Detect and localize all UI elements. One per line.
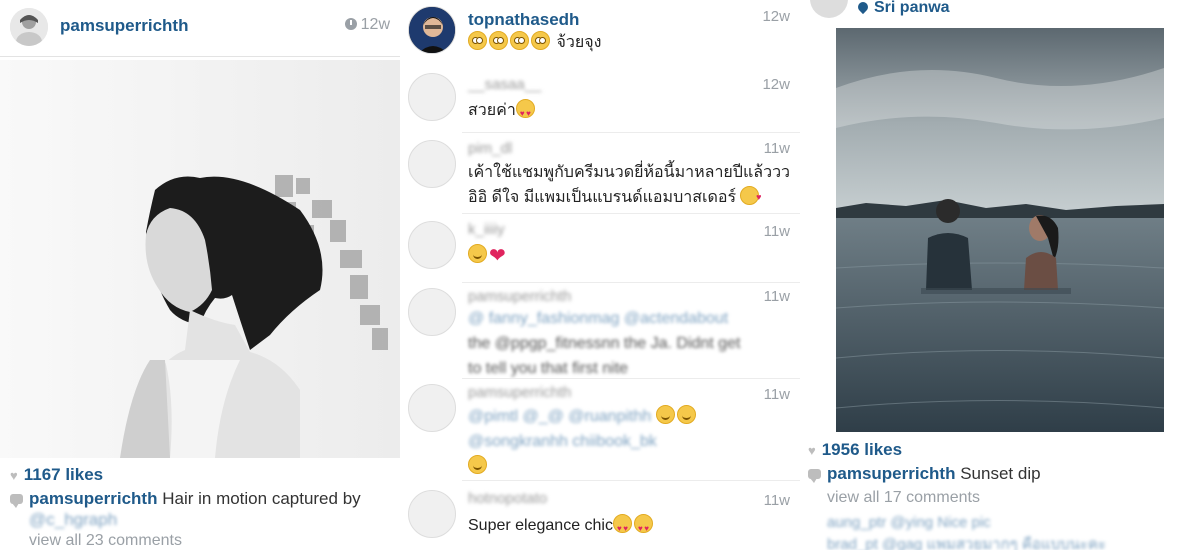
red-heart-icon: ❤: [489, 245, 506, 267]
avatar[interactable]: [408, 384, 456, 432]
heart-icon: ♥: [808, 443, 816, 458]
comment-divider: [462, 480, 800, 481]
avatar[interactable]: [408, 221, 456, 269]
avatar[interactable]: [408, 6, 456, 54]
avatar[interactable]: [10, 8, 48, 46]
comment-time: 11w: [763, 223, 790, 240]
heart-icon: ♥: [10, 468, 18, 483]
comment-text: @ fanny_fashionmag @actendabout the @ppg…: [468, 306, 793, 381]
caption-text: Sunset dip: [960, 464, 1041, 483]
flushed-face-icon: [531, 31, 550, 50]
location-pin-icon: [855, 0, 871, 15]
smiling-face-icon: [655, 405, 675, 424]
left-post-panel: pamsuperrichth 12w ♥ 1167 likes pamsuper…: [0, 0, 400, 550]
comment-divider: [462, 282, 800, 283]
avatar[interactable]: [408, 73, 456, 121]
post-photo[interactable]: [0, 60, 400, 458]
caption-username[interactable]: pamsuperrichth: [29, 489, 157, 508]
comment-item: pamsuperrichth 11w @ fanny_fashionmag @a…: [400, 284, 800, 380]
caption: pamsuperrichth Sunset dip: [808, 463, 1193, 484]
comment-preview: brad_pt @gag แพมสวยมากๆ คือแบบนะคะ: [827, 536, 1107, 550]
post-time: 12w: [344, 16, 390, 34]
comment-time: 11w: [763, 386, 790, 403]
kissing-face-icon: [740, 185, 761, 210]
comment-body: สวยค่า: [468, 102, 516, 119]
comment-text: จ้วยจุง: [468, 30, 793, 55]
comment-username[interactable]: pamsuperrichth: [468, 384, 571, 401]
comment-username[interactable]: __sasaa__: [468, 76, 541, 93]
comment-line-2[interactable]: @songkranhh chiibook_bk: [468, 433, 657, 450]
likes-count[interactable]: 1956 likes: [822, 440, 902, 459]
comment-item: hotnopotato 11w Super elegance chic: [400, 482, 800, 550]
comment-time: 11w: [763, 492, 790, 509]
comment-username[interactable]: topnathasedh: [468, 10, 579, 30]
caption-username[interactable]: pamsuperrichth: [827, 464, 955, 483]
avatar[interactable]: [810, 0, 848, 18]
heart-eyes-icon: [515, 99, 535, 126]
comment-divider: [462, 213, 800, 214]
comment-preview: aung_ptr @ying Nice pic: [827, 514, 991, 531]
comment-text: สวยค่า: [468, 98, 793, 126]
comment-bubble-icon: [10, 494, 23, 508]
clock-icon: [344, 18, 357, 30]
comment-item: pim_dl 11w เค้าใช้แชมพูกับครีมนวดยี่ห้อน…: [400, 134, 800, 214]
header-divider: [0, 56, 400, 57]
caption-text: Hair in motion captured by: [162, 489, 361, 508]
avatar[interactable]: [408, 490, 456, 538]
view-all-comments-link[interactable]: view all 23 comments: [29, 532, 182, 550]
view-all-comments-link[interactable]: view all 17 comments: [827, 489, 980, 507]
likes-row[interactable]: ♥ 1167 likes: [10, 465, 103, 485]
comment-username[interactable]: pamsuperrichth: [468, 288, 571, 305]
heart-eyes-icon: [633, 514, 653, 541]
grinning-face-icon: [468, 244, 487, 263]
flushed-face-icon: [510, 31, 529, 50]
comment-body: Super elegance chic: [468, 517, 613, 534]
comment-item: pamsuperrichth 11w @pimtl @_@ @ruanpithh…: [400, 380, 800, 480]
location-label[interactable]: Sri panwa: [855, 0, 950, 17]
comment-text: เค้าใช้แชมพูกับครีมนวดยี่ห้อนี้มาหลายปีแ…: [468, 160, 793, 210]
right-post-panel: Sri panwa ♥ 1956 likes pamsuperrichth Su…: [800, 0, 1200, 550]
comment-item: topnathasedh 12w จ้วยจุง: [400, 0, 800, 70]
flushed-face-icon: [489, 31, 508, 50]
caption: pamsuperrichth Hair in motion captured b…: [10, 488, 395, 530]
comment-text: Super elegance chic: [468, 513, 793, 541]
likes-count[interactable]: 1167 likes: [24, 465, 103, 484]
post-photo[interactable]: [836, 28, 1164, 432]
post-username[interactable]: pamsuperrichth: [60, 16, 188, 36]
comment-time: 11w: [763, 288, 790, 305]
comments-panel: topnathasedh 12w จ้วยจุง __sasaa__ 12w ส…: [400, 0, 800, 550]
comment-username[interactable]: pim_dl: [468, 140, 512, 157]
comment-time: 12w: [762, 76, 790, 93]
comment-line-2: the @ppgp_fitnessnn the Ja. Didnt get: [468, 335, 741, 352]
comment-time: 12w: [762, 8, 790, 25]
comment-body: จ้วยจุง: [556, 34, 602, 51]
likes-row[interactable]: ♥ 1956 likes: [808, 440, 902, 460]
avatar[interactable]: [408, 288, 456, 336]
caption-mention[interactable]: @c_hgraph: [29, 510, 117, 529]
avatar[interactable]: [408, 140, 456, 188]
comment-divider: [462, 132, 800, 133]
location-name[interactable]: Sri panwa: [874, 0, 950, 16]
heart-eyes-icon: [612, 514, 632, 541]
time-label: 12w: [360, 16, 390, 33]
comment-mentions[interactable]: @pimtl @_@ @ruanpithh: [468, 408, 651, 425]
comment-item: __sasaa__ 12w สวยค่า: [400, 70, 800, 132]
comment-username[interactable]: k_iiiiy: [468, 221, 505, 238]
comment-time: 11w: [763, 140, 790, 157]
comment-line-3: to tell you that first nite: [468, 360, 629, 377]
comment-username[interactable]: hotnopotato: [468, 490, 547, 507]
comment-text: ❤: [468, 243, 793, 269]
smiling-face-icon: [468, 455, 487, 474]
comment-bubble-icon: [808, 469, 821, 483]
smiling-face-icon: [676, 405, 696, 424]
comment-divider: [462, 378, 800, 379]
comment-text: @pimtl @_@ @ruanpithh @songkranhh chiibo…: [468, 404, 793, 479]
comment-item: k_iiiiy 11w ❤: [400, 215, 800, 283]
flushed-face-icon: [468, 31, 487, 50]
comment-mentions[interactable]: @ fanny_fashionmag @actendabout: [468, 310, 728, 327]
